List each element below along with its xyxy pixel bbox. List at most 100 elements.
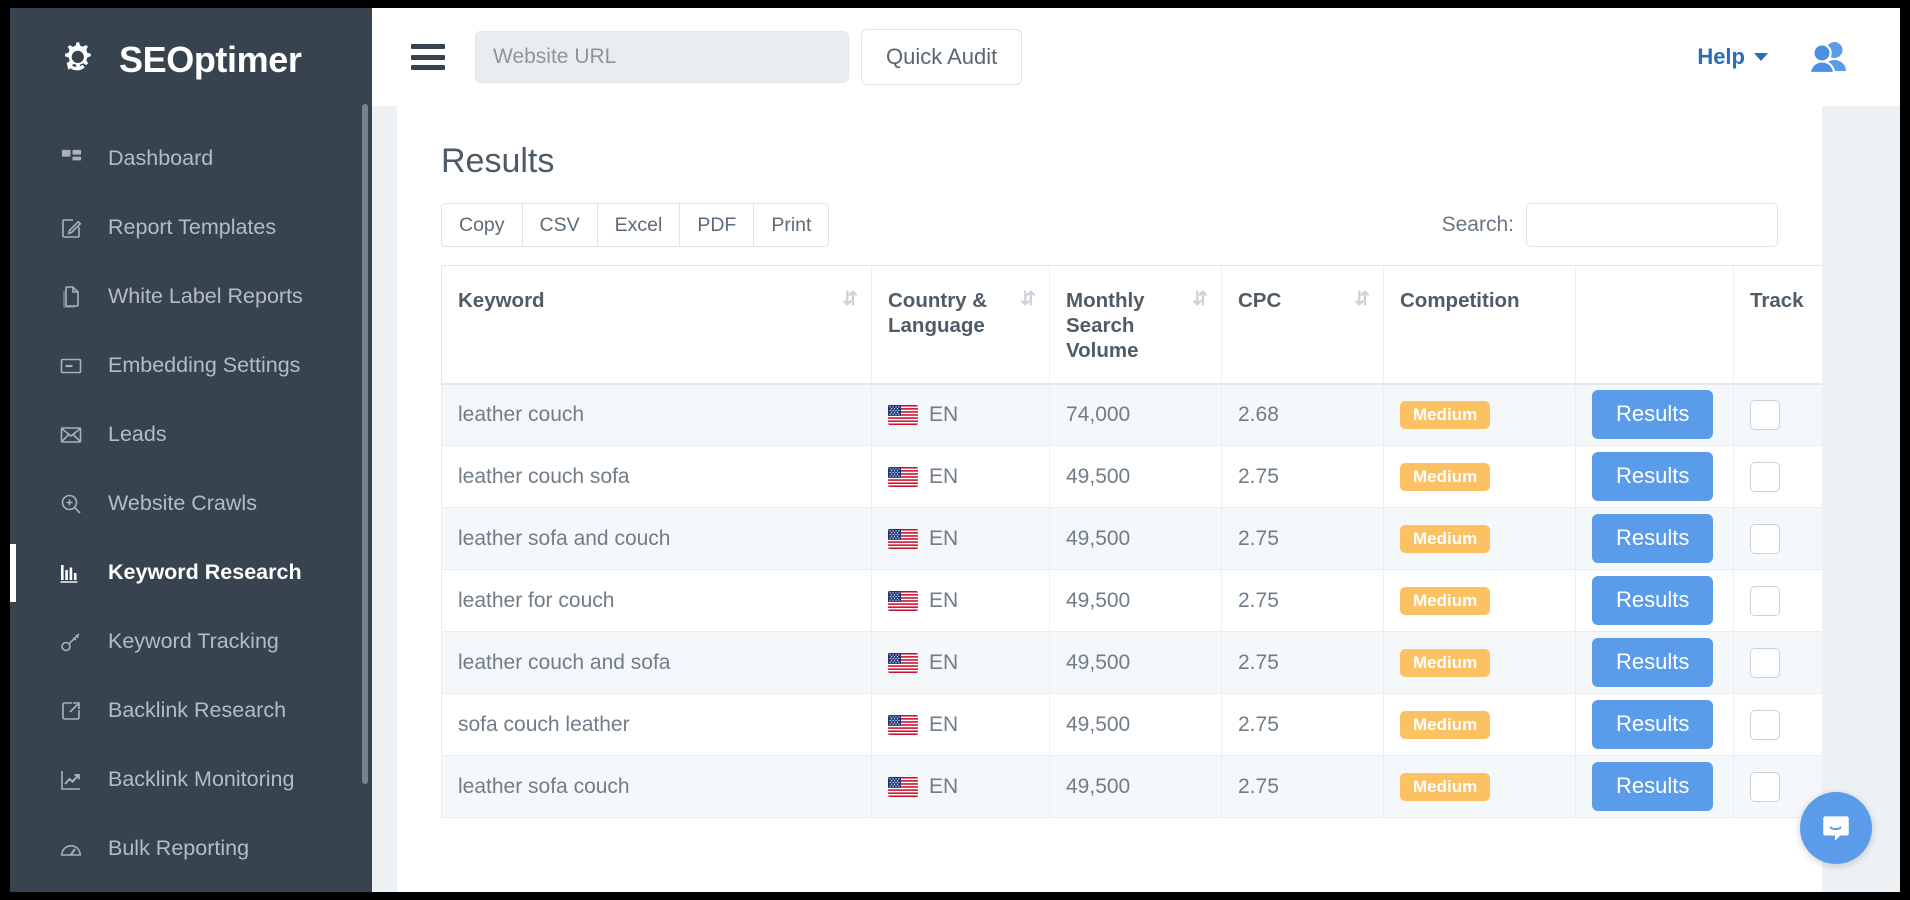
cell-results-action: Results bbox=[1576, 694, 1734, 756]
export-pdf-button[interactable]: PDF bbox=[680, 203, 754, 247]
gauge-meter-icon bbox=[58, 836, 84, 862]
status-badge: Medium bbox=[1400, 401, 1490, 429]
language-code: EN bbox=[929, 403, 958, 427]
sidebar-item-label: Report Templates bbox=[108, 215, 276, 240]
col-header-country-language[interactable]: Country & Language ⇵ bbox=[872, 266, 1050, 384]
sidebar-item-label: Website Crawls bbox=[108, 491, 257, 516]
us-flag-icon bbox=[888, 715, 918, 735]
cell-country-language: EN bbox=[872, 570, 1050, 632]
track-checkbox[interactable] bbox=[1750, 772, 1780, 802]
cell-competition: Medium bbox=[1384, 446, 1576, 508]
users-group-icon[interactable] bbox=[1808, 40, 1850, 74]
intercom-chat-icon[interactable] bbox=[1800, 792, 1872, 864]
results-button[interactable]: Results bbox=[1592, 390, 1713, 439]
results-button[interactable]: Results bbox=[1592, 700, 1713, 749]
sidebar-item-report-templates[interactable]: Report Templates bbox=[10, 193, 372, 262]
cell-competition: Medium bbox=[1384, 384, 1576, 446]
sidebar-item-white-label-reports[interactable]: White Label Reports bbox=[10, 262, 372, 331]
cell-cpc: 2.75 bbox=[1222, 756, 1384, 818]
export-copy-button[interactable]: Copy bbox=[441, 203, 523, 247]
cell-results-action: Results bbox=[1576, 756, 1734, 818]
cell-cpc: 2.75 bbox=[1222, 570, 1384, 632]
sidebar-item-dashboard[interactable]: Dashboard bbox=[10, 124, 372, 193]
sidebar-item-keyword-tracking[interactable]: Keyword Tracking bbox=[10, 607, 372, 676]
status-badge: Medium bbox=[1400, 463, 1490, 491]
sidebar-item-bulk-reporting[interactable]: Bulk Reporting bbox=[10, 814, 372, 883]
us-flag-icon bbox=[888, 405, 918, 425]
col-header-cpc[interactable]: CPC ⇵ bbox=[1222, 266, 1384, 384]
cell-search-volume: 49,500 bbox=[1050, 694, 1222, 756]
cell-cpc: 2.75 bbox=[1222, 632, 1384, 694]
cell-keyword: leather couch bbox=[442, 384, 872, 446]
cell-country-language: EN bbox=[872, 384, 1050, 446]
cell-competition: Medium bbox=[1384, 694, 1576, 756]
main-area: Quick Audit Help Results bbox=[372, 8, 1900, 892]
us-flag-icon bbox=[888, 591, 918, 611]
cell-country-language: EN bbox=[872, 694, 1050, 756]
table-search: Search: bbox=[1442, 203, 1778, 247]
sidebar-item-label: Embedding Settings bbox=[108, 353, 300, 378]
documents-copy-icon bbox=[58, 284, 84, 310]
table-toolbar: Copy CSV Excel PDF Print Search: bbox=[441, 203, 1778, 247]
sidebar-item-backlink-monitoring[interactable]: Backlink Monitoring bbox=[10, 745, 372, 814]
table-row: leather couch sofa bbox=[442, 446, 1823, 508]
export-excel-button[interactable]: Excel bbox=[598, 203, 681, 247]
table-row: sofa couch leather bbox=[442, 694, 1823, 756]
cell-cpc: 2.75 bbox=[1222, 446, 1384, 508]
track-checkbox[interactable] bbox=[1750, 400, 1780, 430]
magnifier-plus-icon bbox=[58, 491, 84, 517]
status-badge: Medium bbox=[1400, 773, 1490, 801]
sidebar-item-keyword-research[interactable]: Keyword Research bbox=[10, 538, 372, 607]
gear-refresh-icon bbox=[58, 36, 106, 84]
status-badge: Medium bbox=[1400, 711, 1490, 739]
export-buttons-group: Copy CSV Excel PDF Print bbox=[441, 203, 829, 247]
track-checkbox[interactable] bbox=[1750, 710, 1780, 740]
results-button[interactable]: Results bbox=[1592, 762, 1713, 811]
cell-track bbox=[1734, 508, 1823, 570]
quick-audit-button[interactable]: Quick Audit bbox=[861, 29, 1022, 85]
track-checkbox[interactable] bbox=[1750, 524, 1780, 554]
table-row: leather sofa couch bbox=[442, 756, 1823, 818]
col-header-track[interactable]: Track ⇵ bbox=[1734, 266, 1823, 384]
sidebar-item-backlink-research[interactable]: Backlink Research bbox=[10, 676, 372, 745]
brand-logo-area[interactable]: SEOptimer bbox=[10, 8, 372, 110]
col-header-competition: Competition bbox=[1384, 266, 1576, 384]
results-button[interactable]: Results bbox=[1592, 514, 1713, 563]
track-checkbox[interactable] bbox=[1750, 648, 1780, 678]
sidebar-scrollbar[interactable] bbox=[362, 104, 368, 784]
cell-competition: Medium bbox=[1384, 632, 1576, 694]
cell-cpc: 2.68 bbox=[1222, 384, 1384, 446]
hamburger-icon[interactable] bbox=[411, 44, 445, 70]
results-button[interactable]: Results bbox=[1592, 576, 1713, 625]
track-checkbox[interactable] bbox=[1750, 462, 1780, 492]
language-code: EN bbox=[929, 713, 958, 737]
cell-country-language: EN bbox=[872, 508, 1050, 570]
sidebar-item-embedding-settings[interactable]: Embedding Settings bbox=[10, 331, 372, 400]
brand-name: SEOptimer bbox=[119, 39, 301, 81]
sidebar-item-leads[interactable]: Leads bbox=[10, 400, 372, 469]
bar-chart-icon bbox=[58, 560, 84, 586]
col-header-keyword[interactable]: Keyword ⇵ bbox=[442, 266, 872, 384]
track-checkbox[interactable] bbox=[1750, 586, 1780, 616]
export-print-button[interactable]: Print bbox=[754, 203, 829, 247]
cell-results-action: Results bbox=[1576, 508, 1734, 570]
help-menu[interactable]: Help bbox=[1697, 44, 1768, 70]
sidebar-item-website-crawls[interactable]: Website Crawls bbox=[10, 469, 372, 538]
col-header-label: Keyword bbox=[458, 288, 545, 313]
website-url-input[interactable] bbox=[475, 31, 849, 83]
cell-track bbox=[1734, 570, 1823, 632]
search-input[interactable] bbox=[1526, 203, 1778, 247]
topbar-right: Help bbox=[1697, 40, 1866, 74]
sort-updown-icon: ⇵ bbox=[1354, 290, 1367, 309]
cell-keyword: leather couch sofa bbox=[442, 446, 872, 508]
results-button[interactable]: Results bbox=[1592, 638, 1713, 687]
col-header-label: CPC bbox=[1238, 288, 1281, 313]
export-csv-button[interactable]: CSV bbox=[523, 203, 598, 247]
cell-keyword: sofa couch leather bbox=[442, 694, 872, 756]
language-code: EN bbox=[929, 651, 958, 675]
cell-results-action: Results bbox=[1576, 446, 1734, 508]
col-header-monthly-search-volume[interactable]: Monthly Search Volume ⇵ bbox=[1050, 266, 1222, 384]
app-window: SEOptimer Dashboard bbox=[10, 8, 1900, 892]
sidebar-item-label: Keyword Tracking bbox=[108, 629, 279, 654]
results-button[interactable]: Results bbox=[1592, 452, 1713, 501]
